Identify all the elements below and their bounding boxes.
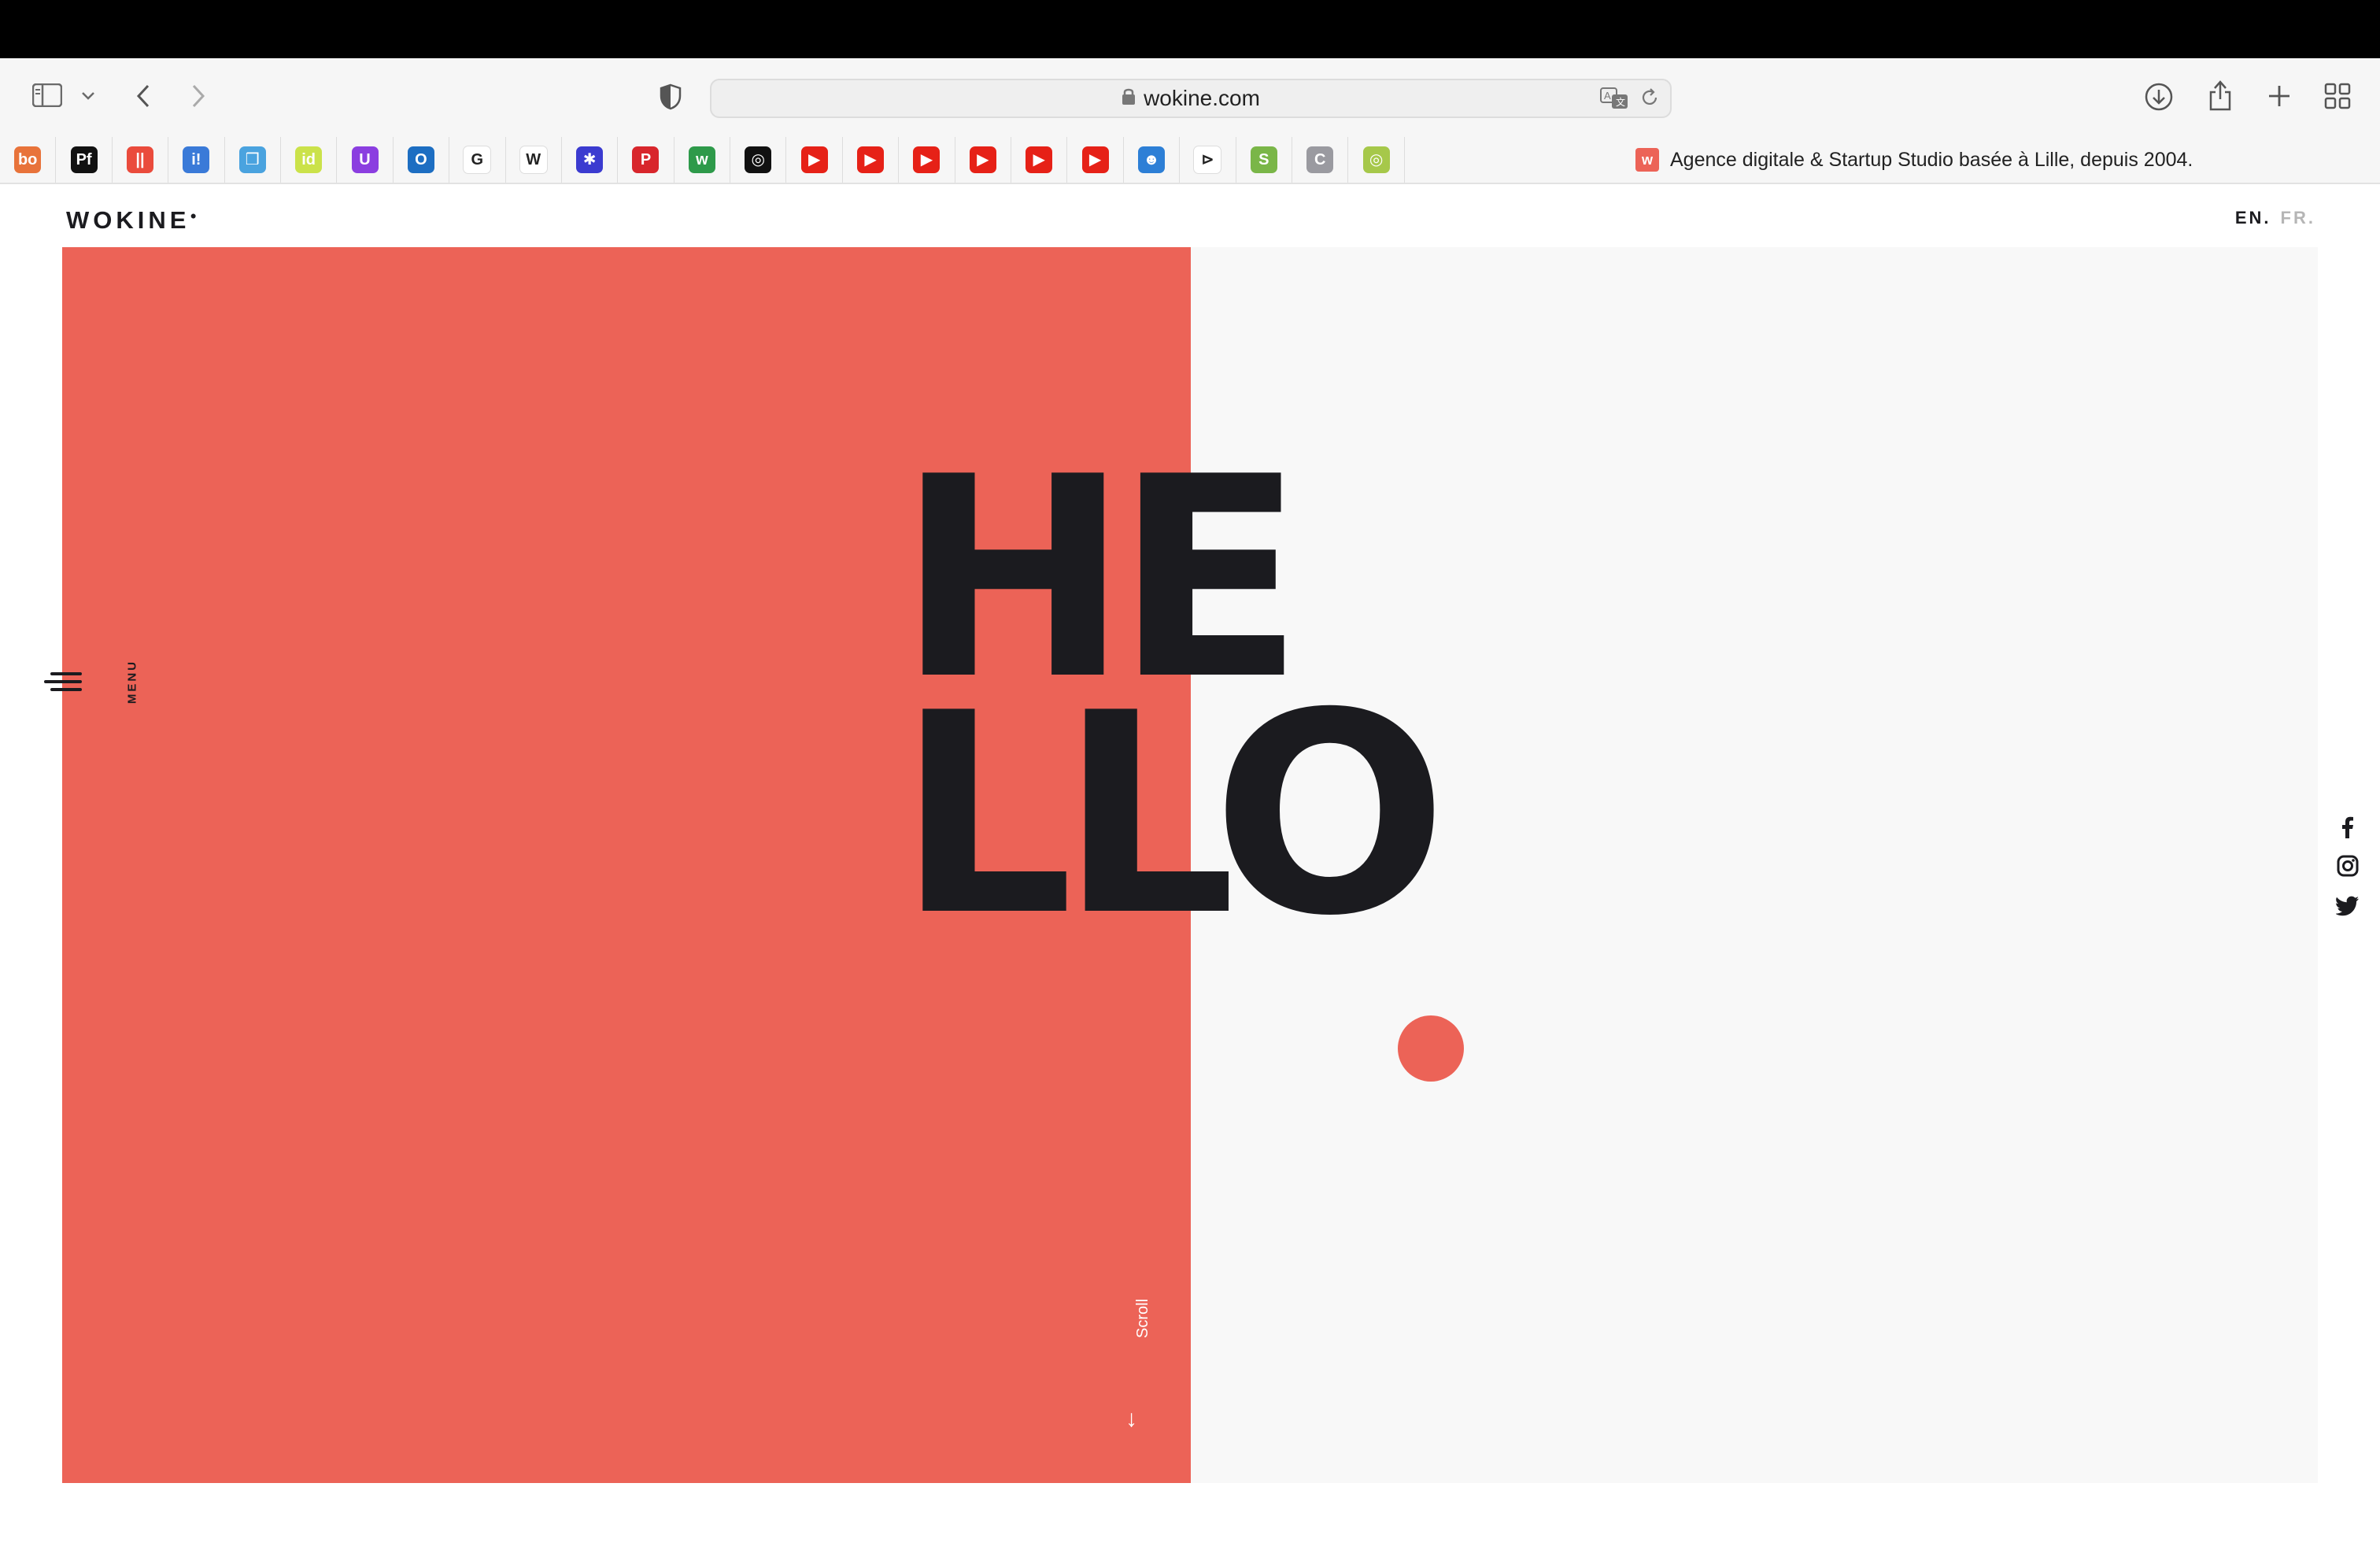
download-icon[interactable]: [2142, 80, 2175, 113]
bookmark-favicon-icon: ⊳: [1193, 146, 1222, 174]
lock-icon: [1122, 80, 1136, 117]
bookmark-favicon-icon: ▶: [1081, 146, 1109, 173]
forward-icon[interactable]: [184, 82, 213, 110]
svg-text:A: A: [1604, 90, 1611, 102]
share-icon[interactable]: [2204, 77, 2237, 113]
top-black-bar: [0, 0, 2380, 58]
shield-icon[interactable]: [656, 82, 685, 112]
tab-overview-icon[interactable]: [2322, 80, 2353, 112]
bookmark-item[interactable]: bo: [0, 137, 57, 183]
scroll-arrow-icon[interactable]: ↓: [1125, 1406, 1137, 1433]
address-bar[interactable]: wokine.com A文: [710, 79, 1672, 118]
bookmark-favicon-icon: ☻: [1138, 146, 1165, 173]
lang-fr-link[interactable]: FR.: [2281, 208, 2315, 227]
bookmark-favicon-icon: P: [632, 146, 660, 173]
bookmark-favicon-icon: ◎: [745, 146, 772, 173]
bookmark-favicon-icon: W: [519, 146, 548, 174]
bookmark-favicon-icon: G: [463, 146, 492, 174]
site-logo[interactable]: WOKINE●: [66, 206, 201, 235]
active-tab[interactable]: w Agence digitale & Startup Studio basée…: [1635, 137, 2193, 183]
bookmarks-bar: bo Pf || i! ❒ id U O G W ✱ Pw ◎ ▶ ▶ ▶ ▶ ▶ ▶ ☻ ⊳ S C ◎ w Agence …: [0, 137, 2380, 184]
bookmark-item[interactable]: id: [281, 137, 338, 183]
bookmark-item[interactable]: ⊳: [1180, 137, 1236, 183]
bookmark-item[interactable]: ☻: [1124, 137, 1181, 183]
bookmark-item[interactable]: ▶: [955, 137, 1012, 183]
bookmark-favicon-icon: w: [688, 146, 715, 173]
bookmark-favicon-icon: i!: [183, 146, 210, 173]
bookmark-item[interactable]: G: [449, 137, 506, 183]
bookmark-favicon-icon: ▶: [1026, 146, 1053, 173]
bookmark-favicon-icon: S: [1250, 146, 1277, 173]
bookmark-item[interactable]: ||: [113, 137, 169, 183]
headline-line-2: LLO: [897, 654, 1447, 977]
logo-dot: ●: [190, 209, 201, 222]
bookmark-favicon-icon: U: [351, 146, 379, 173]
menu-line: [50, 688, 82, 691]
scroll-label[interactable]: Scroll: [1134, 1299, 1152, 1338]
bookmark-item[interactable]: U: [337, 137, 394, 183]
svg-text:文: 文: [1616, 96, 1625, 108]
facebook-icon[interactable]: [2334, 814, 2361, 841]
menu-line: [44, 680, 82, 683]
bookmark-favicon-icon: ◎: [1362, 146, 1390, 173]
bookmark-item[interactable]: ❒: [225, 137, 281, 183]
bookmark-item[interactable]: ◎: [730, 137, 787, 183]
bookmark-item[interactable]: S: [1236, 137, 1292, 183]
reload-icon[interactable]: [1639, 87, 1662, 110]
bookmark-favicon-icon: ||: [126, 146, 153, 173]
url-label: wokine.com: [1144, 86, 1260, 110]
bookmark-favicon-icon: ▶: [913, 146, 941, 173]
url-text[interactable]: wokine.com: [711, 80, 1670, 117]
bookmark-item[interactable]: ▶: [786, 137, 843, 183]
bookmark-item[interactable]: ◎: [1348, 137, 1405, 183]
bookmark-item[interactable]: ▶: [1067, 137, 1124, 183]
language-switcher: EN. FR.: [2235, 208, 2315, 228]
new-tab-icon[interactable]: [2264, 80, 2295, 112]
bookmark-favicon-icon: ▶: [800, 146, 828, 173]
bookmark-item[interactable]: ▶: [899, 137, 955, 183]
wokine-favicon-icon: w: [1635, 148, 1659, 172]
bookmark-item[interactable]: ✱: [562, 137, 619, 183]
tab-title: Agence digitale & Startup Studio basée à…: [1670, 148, 2193, 171]
chevron-down-icon[interactable]: [79, 87, 98, 105]
bookmark-item[interactable]: w: [674, 137, 731, 183]
bookmark-favicon-icon: Pf: [70, 146, 98, 173]
bookmark-item[interactable]: Pf: [56, 137, 113, 183]
sidebar-icon[interactable]: [31, 82, 63, 109]
bookmark-item[interactable]: O: [394, 137, 450, 183]
bookmark-favicon-icon: ▶: [857, 146, 885, 173]
bookmarks-strip: bo Pf || i! ❒ id U O G W ✱ Pw ◎ ▶ ▶ ▶ ▶ ▶ ▶ ☻ ⊳ S C ◎: [0, 137, 1417, 183]
bookmark-item[interactable]: W: [506, 137, 562, 183]
bookmark-item[interactable]: C: [1292, 137, 1349, 183]
bookmark-favicon-icon: C: [1306, 146, 1334, 173]
bookmark-favicon-icon: id: [295, 146, 323, 173]
bookmark-favicon-icon: ❒: [238, 146, 266, 173]
twitter-icon[interactable]: [2334, 893, 2361, 919]
bookmark-item[interactable]: P: [618, 137, 674, 183]
logo-text: WOKINE: [66, 206, 190, 234]
lang-en-link[interactable]: EN.: [2235, 208, 2271, 227]
bookmark-item[interactable]: ▶: [1011, 137, 1068, 183]
bookmark-favicon-icon: bo: [14, 146, 42, 173]
headline-accent-dot: [1398, 1015, 1464, 1082]
bookmark-favicon-icon: ✱: [576, 146, 604, 173]
bookmark-favicon-icon: ▶: [969, 146, 996, 173]
menu-line: [50, 672, 82, 675]
menu-label[interactable]: MENU: [126, 660, 139, 704]
back-icon[interactable]: [129, 82, 157, 110]
bookmark-favicon-icon: O: [407, 146, 434, 173]
menu-toggle-button[interactable]: [44, 666, 87, 697]
bookmark-item[interactable]: i!: [168, 137, 225, 183]
bookmark-item[interactable]: ▶: [843, 137, 900, 183]
instagram-icon[interactable]: [2334, 853, 2361, 879]
translate-icon[interactable]: A文: [1599, 85, 1631, 112]
